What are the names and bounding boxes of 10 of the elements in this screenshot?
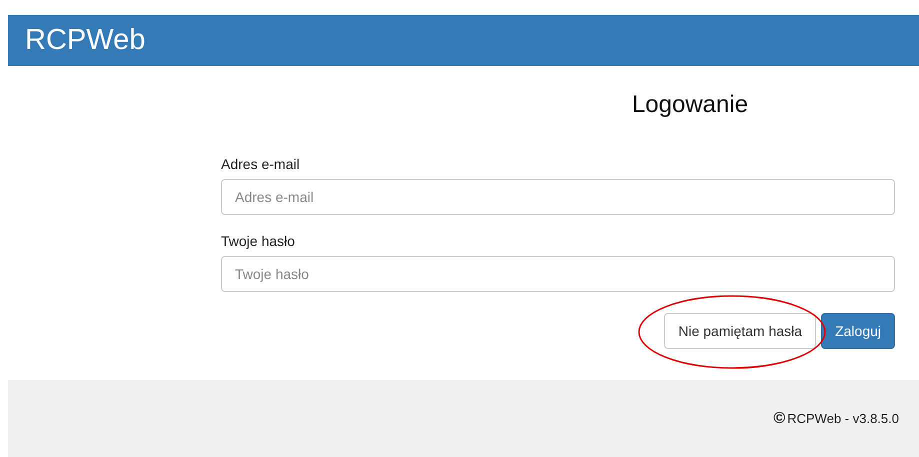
copyright-symbol: © <box>773 410 786 428</box>
forgot-password-button[interactable]: Nie pamiętam hasła <box>664 313 816 349</box>
input-field[interactable]: Twoje hasło <box>221 256 895 292</box>
input-field[interactable]: Adres e-mail <box>221 179 895 215</box>
footer-text: RCPWeb - v3.8.5.0 <box>787 411 899 426</box>
login-button[interactable]: Zaloguj <box>821 313 895 349</box>
page-title: Logowanie <box>632 90 748 120</box>
brand-title: RCPWeb <box>25 24 146 57</box>
field-label: Adres e-mail <box>221 156 301 173</box>
field-label: Twoje hasło <box>221 233 296 250</box>
